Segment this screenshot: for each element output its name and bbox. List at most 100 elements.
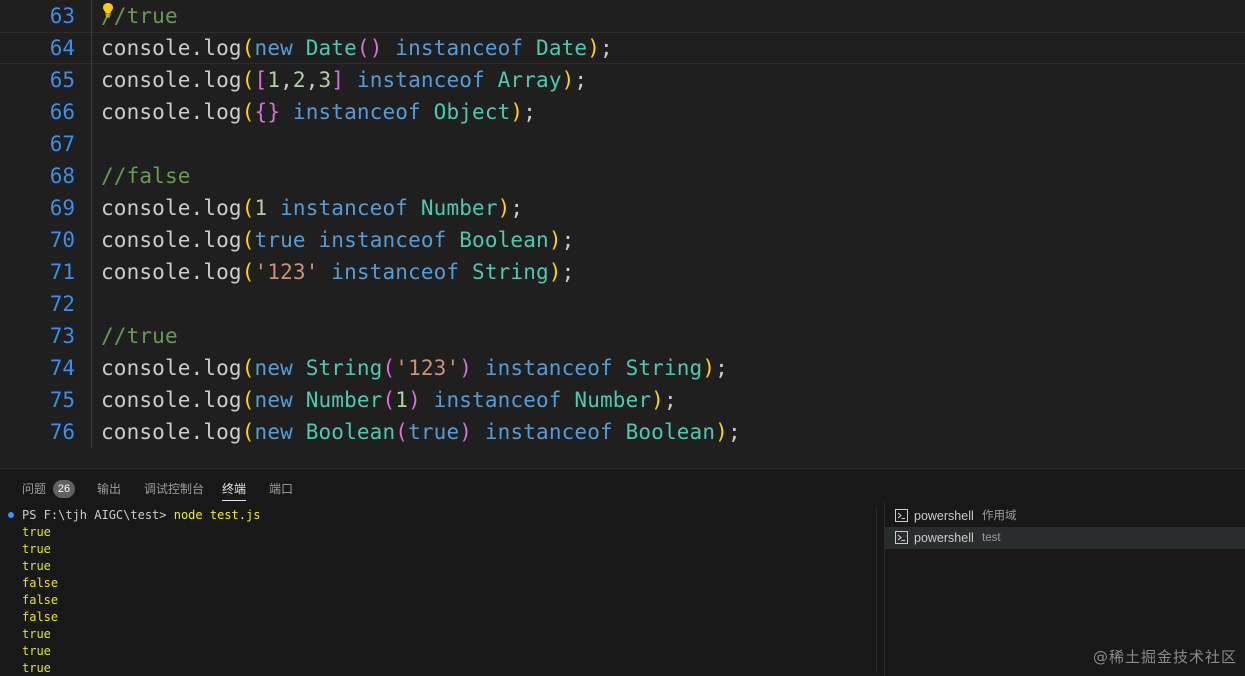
code-token: console.log xyxy=(101,36,242,60)
code-text: console.log(new Boolean(true) instanceof… xyxy=(101,416,741,448)
code-token: console.log xyxy=(101,356,242,380)
bottom-panel: 问题 26 输出 调试控制台 终端 端口 PS F:\tjh AIGC\test… xyxy=(0,468,1245,676)
tab-output[interactable]: 输出 xyxy=(97,469,121,505)
code-line[interactable]: 65 console.log([1,2,3] instanceof Array); xyxy=(0,64,1245,96)
code-token: Date xyxy=(305,36,357,60)
code-line[interactable]: 69 console.log(1 instanceof Number); xyxy=(0,192,1245,224)
code-token: instanceof xyxy=(280,196,409,220)
terminal-item-powershell-test[interactable]: powershell test xyxy=(885,527,1245,549)
code-line[interactable]: 72 xyxy=(0,288,1245,320)
code-token: console.log xyxy=(101,260,242,284)
line-number[interactable]: 66 xyxy=(0,96,75,128)
code-token: ; xyxy=(561,260,575,284)
code-token: String xyxy=(625,356,703,380)
terminal-scrollbar[interactable] xyxy=(876,507,877,672)
code-line[interactable]: 67 xyxy=(0,128,1245,160)
code-token: 1 xyxy=(395,388,409,412)
code-line[interactable]: 75 console.log(new Number(1) instanceof N… xyxy=(0,384,1245,416)
code-token: ; xyxy=(600,36,613,60)
code-token: true xyxy=(408,420,460,444)
terminal-output-line: false xyxy=(22,610,59,624)
terminal-output[interactable]: PS F:\tjh AIGC\test> node test.js true tr… xyxy=(0,507,880,676)
code-token: Boolean xyxy=(459,228,549,252)
code-line[interactable]: 70 console.log(true instanceof Boolean); xyxy=(0,224,1245,256)
code-token: instanceof xyxy=(484,420,613,444)
code-editor[interactable]: 63//true 64 console.log(new Date() instanc… xyxy=(0,0,1245,464)
terminal-output-line: true xyxy=(22,542,51,556)
terminal-output-line: true xyxy=(22,661,51,675)
line-number[interactable]: 75 xyxy=(0,384,75,416)
indent-guide xyxy=(91,64,92,96)
code-token: ( xyxy=(395,420,409,444)
line-number[interactable]: 72 xyxy=(0,288,75,320)
line-number[interactable]: 64 xyxy=(0,32,75,64)
code-line[interactable]: 66 console.log({} instanceof Object); xyxy=(0,96,1245,128)
line-number[interactable]: 65 xyxy=(0,64,75,96)
tab-debug-console[interactable]: 调试控制台 xyxy=(144,469,204,505)
lightbulb-icon[interactable] xyxy=(102,2,114,18)
line-number[interactable]: 74 xyxy=(0,352,75,384)
line-number[interactable]: 69 xyxy=(0,192,75,224)
line-number[interactable]: 68 xyxy=(0,160,75,192)
tab-ports[interactable]: 端口 xyxy=(269,469,293,505)
code-token: instanceof xyxy=(318,228,447,252)
code-text: console.log(1 instanceof Number); xyxy=(101,192,523,224)
command-status-dot-icon[interactable] xyxy=(8,512,14,518)
terminal-item-name: powershell xyxy=(914,531,974,545)
code-token: Object xyxy=(433,100,511,124)
panel-tabs: 问题 26 输出 调试控制台 终端 端口 xyxy=(0,469,880,505)
code-token: ( xyxy=(241,260,255,284)
terminal-output-line: true xyxy=(22,559,51,573)
code-token: ; xyxy=(663,388,677,412)
line-number[interactable]: 76 xyxy=(0,416,75,448)
terminal-output-line: false xyxy=(22,593,59,607)
code-line[interactable]: 64 console.log(new Date() instanceof Date… xyxy=(0,32,1245,64)
code-token: ) xyxy=(715,420,728,444)
code-line[interactable]: 68 //false xyxy=(0,160,1245,192)
indent-guide xyxy=(91,32,92,64)
code-token: ) xyxy=(587,36,601,60)
code-token: instanceof xyxy=(292,100,421,124)
code-token: ) xyxy=(548,228,562,252)
indent-guide xyxy=(91,352,92,384)
code-token: ) xyxy=(408,388,421,412)
code-token: ; xyxy=(715,356,728,380)
code-line[interactable]: 71 console.log('123' instanceof String); xyxy=(0,256,1245,288)
code-token: ( xyxy=(241,196,255,220)
line-number[interactable]: 63 xyxy=(0,0,75,32)
code-token: new xyxy=(254,36,306,60)
line-number[interactable]: 71 xyxy=(0,256,75,288)
code-text: console.log(new String('123') instanceof… xyxy=(101,352,728,384)
tab-problems[interactable]: 问题 xyxy=(22,469,46,505)
line-number[interactable]: 73 xyxy=(0,320,75,352)
line-number[interactable]: 67 xyxy=(0,128,75,160)
code-token: //true xyxy=(101,324,178,348)
code-line[interactable]: 76 console.log(new Boolean(true) instance… xyxy=(0,416,1245,448)
code-line[interactable]: 73 //true xyxy=(0,320,1245,352)
code-token: console.log xyxy=(101,420,242,444)
code-token: Boolean xyxy=(305,420,396,444)
code-token: console.log xyxy=(101,228,242,252)
code-token: console.log xyxy=(101,100,242,124)
code-token: ; xyxy=(523,100,537,124)
code-token: ) xyxy=(548,260,562,284)
code-token: ( xyxy=(241,36,255,60)
code-token: Boolean xyxy=(625,420,716,444)
code-line[interactable]: 63//true xyxy=(0,0,1245,32)
code-token: Number xyxy=(574,388,652,412)
terminal-prompt: PS F:\tjh AIGC\test> xyxy=(22,508,174,522)
code-token: instanceof xyxy=(433,388,562,412)
indent-guide xyxy=(91,288,92,320)
terminal-item-powershell-scope[interactable]: powershell 作用域 xyxy=(885,505,1245,527)
code-line[interactable]: 74 console.log(new String('123') instance… xyxy=(0,352,1245,384)
tab-terminal[interactable]: 终端 xyxy=(222,469,247,505)
code-token: new xyxy=(254,388,306,412)
line-number[interactable]: 70 xyxy=(0,224,75,256)
code-token: ( xyxy=(382,388,396,412)
